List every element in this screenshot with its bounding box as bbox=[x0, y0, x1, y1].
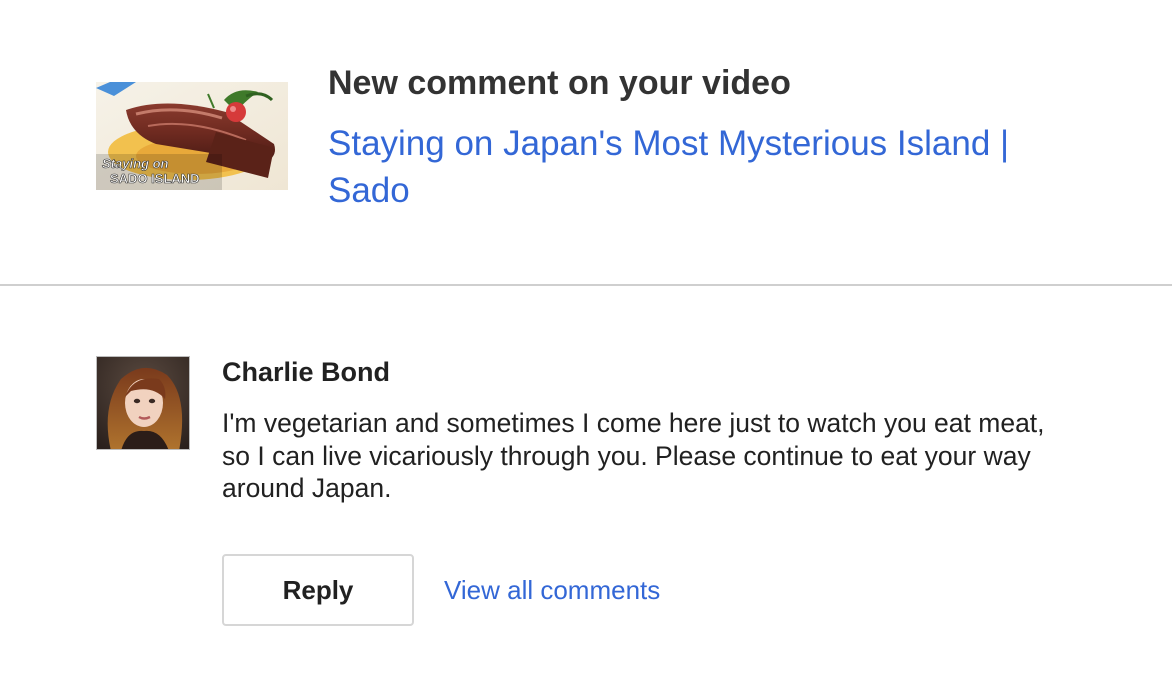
comment: Charlie Bond I'm vegetarian and sometime… bbox=[222, 355, 1062, 505]
notification-title: New comment on your video bbox=[328, 64, 791, 102]
thumbnail-overlay-line1: Staying on bbox=[102, 156, 169, 171]
video-thumbnail[interactable]: Staying on SADO ISLAND bbox=[96, 82, 288, 190]
comment-actions: Reply View all comments bbox=[222, 554, 660, 626]
comment-text: I'm vegetarian and sometimes I come here… bbox=[222, 408, 1045, 503]
notification-header: Staying on SADO ISLAND New comment on yo… bbox=[0, 0, 1172, 284]
video-thumbnail-image: Staying on SADO ISLAND bbox=[96, 82, 288, 190]
notification-text: New comment on your video Staying on Jap… bbox=[328, 62, 1088, 214]
thumbnail-overlay-line2: SADO ISLAND bbox=[110, 171, 200, 186]
reply-button[interactable]: Reply bbox=[222, 554, 414, 626]
user-avatar-icon bbox=[97, 357, 189, 449]
section-divider bbox=[0, 284, 1172, 286]
view-all-comments-link[interactable]: View all comments bbox=[444, 574, 660, 606]
avatar[interactable] bbox=[96, 356, 190, 450]
video-title-link[interactable]: Staying on Japan's Most Mysterious Islan… bbox=[328, 120, 1048, 214]
comment-author[interactable]: Charlie Bond bbox=[222, 355, 1062, 389]
